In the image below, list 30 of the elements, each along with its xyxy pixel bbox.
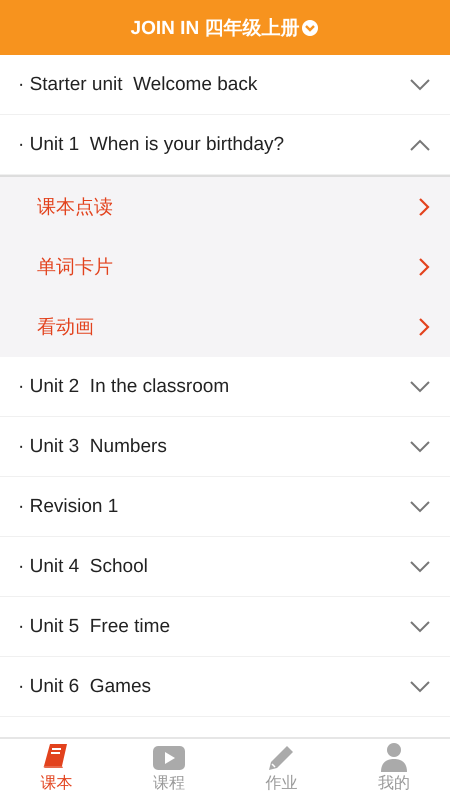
unit-row[interactable]: · Unit 5 Free time [0,597,450,657]
chevron-right-icon [419,198,430,216]
unit-row[interactable]: · Starter unit Welcome back [0,55,450,115]
unit-row[interactable]: · Revision 1 [0,477,450,537]
unit-title: · Starter unit Welcome back [18,74,258,96]
unit-title: · Unit 4 School [18,556,148,578]
chevron-right-icon [419,318,430,336]
play-icon [152,746,185,772]
unit-row[interactable]: · Unit 4 School [0,537,450,597]
submenu-label: 单词卡片 [37,256,113,280]
unit-title: · Unit 2 In the classroom [18,376,230,398]
nav-tab[interactable]: 课本 [0,739,112,800]
chevron-right-icon [419,258,430,276]
submenu-item[interactable]: 课本点读 [0,177,450,237]
person-icon [380,742,408,772]
unit-title: · Unit 3 Numbers [18,436,167,458]
pencil-icon [267,744,296,772]
submenu-item[interactable]: 看动画 [0,297,450,357]
header-title: JOIN IN 四年级上册 [130,16,300,40]
unit-title: · Unit 6 Games [18,676,152,698]
unit-row[interactable]: · Unit 3 Numbers [0,417,450,477]
unit-row[interactable]: · Unit 6 Games [0,657,450,717]
dropdown-icon[interactable] [301,18,320,36]
submenu-item[interactable]: 单词卡片 [0,237,450,297]
submenu-label: 课本点读 [37,196,113,220]
unit-title: · Unit 1 When is your birthday? [18,134,284,156]
unit-row[interactable]: · Unit 2 In the classroom [0,357,450,417]
submenu-label: 看动画 [37,316,94,340]
unit-title: · Revision 1 [18,496,118,518]
unit-title: · Unit 5 Free time [18,616,170,638]
